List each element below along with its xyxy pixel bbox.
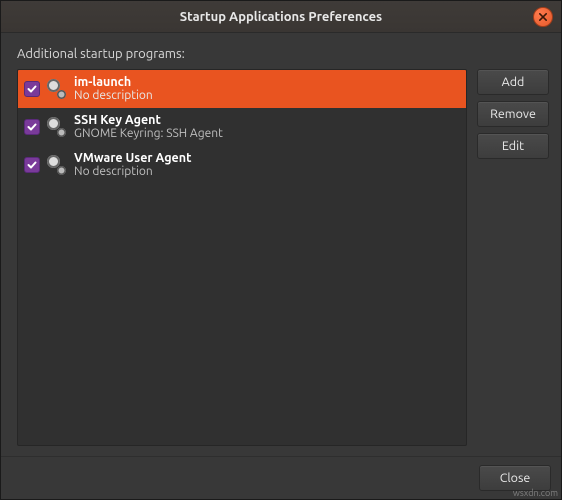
section-label: Additional startup programs:	[17, 47, 549, 61]
window-close-button[interactable]	[533, 7, 553, 27]
close-icon	[539, 13, 547, 21]
list-item[interactable]: VMware User AgentNo description	[18, 146, 466, 184]
gears-icon	[46, 78, 68, 100]
gears-icon	[46, 116, 68, 138]
program-name: SSH Key Agent	[74, 113, 223, 127]
close-button[interactable]: Close	[479, 465, 551, 491]
program-description: No description	[74, 165, 191, 179]
preferences-window: Startup Applications Preferences Additio…	[0, 0, 562, 500]
program-description: No description	[74, 89, 153, 103]
side-buttons: Add Remove Edit	[477, 69, 549, 446]
row-text: VMware User AgentNo description	[74, 151, 191, 179]
add-button[interactable]: Add	[477, 69, 549, 95]
list-item[interactable]: SSH Key AgentGNOME Keyring: SSH Agent	[18, 108, 466, 146]
main-row: im-launchNo descriptionSSH Key AgentGNOM…	[17, 69, 549, 446]
check-icon	[27, 84, 37, 94]
enabled-checkbox[interactable]	[24, 119, 40, 135]
program-name: im-launch	[74, 75, 153, 89]
remove-button[interactable]: Remove	[477, 101, 549, 127]
check-icon	[27, 122, 37, 132]
row-text: SSH Key AgentGNOME Keyring: SSH Agent	[74, 113, 223, 141]
list-item[interactable]: im-launchNo description	[18, 70, 466, 108]
edit-button[interactable]: Edit	[477, 133, 549, 159]
gears-icon	[46, 154, 68, 176]
startup-programs-list[interactable]: im-launchNo descriptionSSH Key AgentGNOM…	[17, 69, 467, 446]
footer: Close	[1, 456, 561, 499]
check-icon	[27, 160, 37, 170]
row-text: im-launchNo description	[74, 75, 153, 103]
titlebar: Startup Applications Preferences	[1, 1, 561, 33]
content-area: Additional startup programs: im-launchNo…	[1, 33, 561, 456]
enabled-checkbox[interactable]	[24, 157, 40, 173]
window-title: Startup Applications Preferences	[180, 10, 382, 24]
program-name: VMware User Agent	[74, 151, 191, 165]
enabled-checkbox[interactable]	[24, 81, 40, 97]
program-description: GNOME Keyring: SSH Agent	[74, 127, 223, 141]
